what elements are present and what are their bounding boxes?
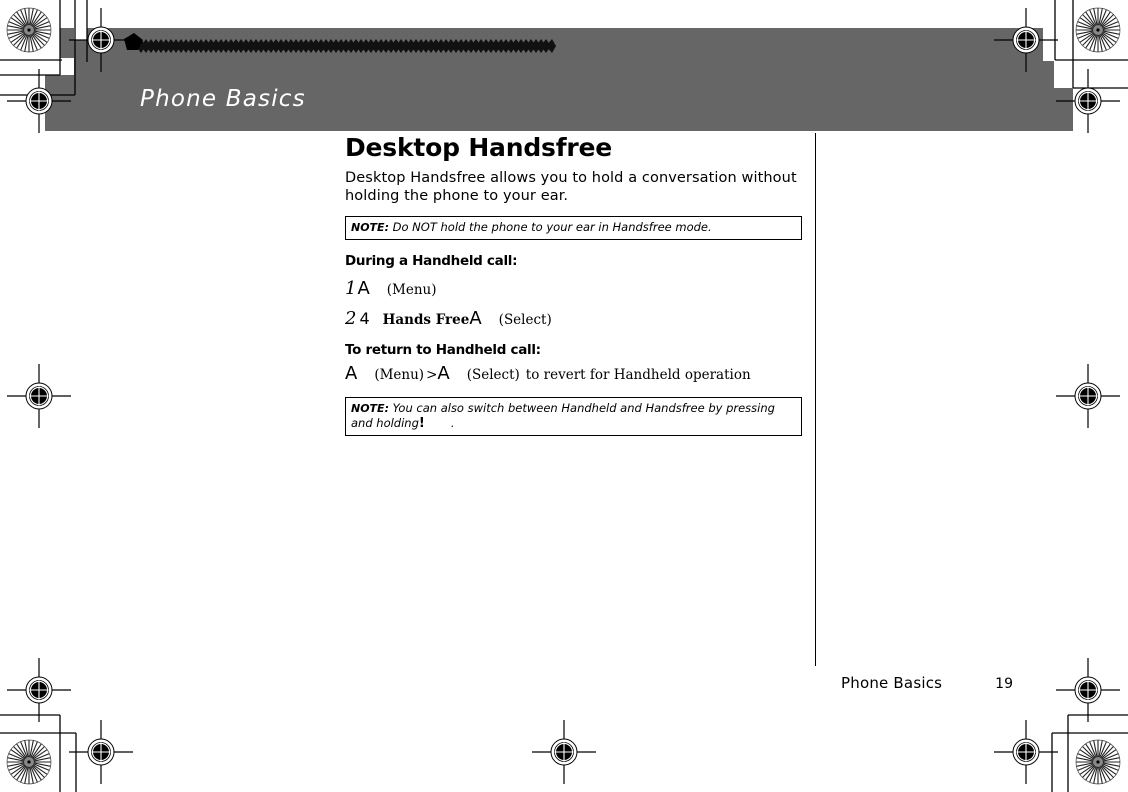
banner-notch <box>1043 28 1054 61</box>
main-content: Desktop Handsfree Desktop Handsfree allo… <box>345 133 815 436</box>
crosshair-target-right-lower <box>1055 657 1121 723</box>
crosshair-target-right-middle <box>1055 363 1121 429</box>
intro-paragraph: Desktop Handsfree allows you to hold a c… <box>345 170 797 204</box>
subheading-return-to-handheld-call: To return to Handheld call: <box>345 342 541 358</box>
select-key-icon: A <box>437 363 450 384</box>
step-item-2: 2 4 Hands Free A (Select) <box>345 308 815 329</box>
key-caption: (Select) <box>466 367 520 383</box>
note-text: Do NOT hold the phone to your ear in Han… <box>392 220 712 234</box>
crosshair-target-bottom-left <box>68 719 134 785</box>
key-caption: (Select) <box>498 312 552 328</box>
revert-instruction-row: A (Menu) > A (Select) to revert for Hand… <box>345 363 815 384</box>
decorative-diamond-strip <box>136 39 556 53</box>
running-header-title: Phone Basics <box>140 86 306 112</box>
step-item-1: 1 A (Menu) <box>345 278 815 299</box>
crosshair-target-bottom-center <box>531 719 597 785</box>
content-column-rule <box>815 133 816 666</box>
step-number: 2 <box>345 308 357 329</box>
crosshair-target-left-middle <box>6 363 72 429</box>
power-key-icon: ! <box>418 416 425 431</box>
key-caption: (Menu) <box>386 282 437 298</box>
page-title: Desktop Handsfree <box>345 133 613 162</box>
footer-section-label: Phone Basics <box>841 674 943 692</box>
note-label: NOTE: <box>351 221 389 234</box>
crosshair-target-left-lower <box>6 657 72 723</box>
note-label: NOTE: <box>351 402 389 415</box>
banner-notch <box>1054 28 1073 88</box>
page-number: 19 <box>995 676 1013 692</box>
select-key-icon: A <box>469 308 482 329</box>
revert-tail-text: to revert for Handheld operation <box>525 367 751 383</box>
menu-item-label: Hands Free <box>382 312 470 328</box>
note-box-1: NOTE: Do NOT hold the phone to your ear … <box>345 216 802 240</box>
starburst-target-bottom-right <box>1075 739 1121 785</box>
menu-key-icon: A <box>345 363 358 384</box>
key-caption: (Menu) <box>374 367 425 383</box>
note-box-2: NOTE: You can also switch between Handhe… <box>345 397 802 436</box>
banner-notch <box>74 28 87 40</box>
menu-key-icon: A <box>357 278 370 299</box>
step-number: 1 <box>345 278 357 299</box>
starburst-target-bottom-left <box>6 739 52 785</box>
subheading-during-handheld-call: During a Handheld call: <box>345 253 518 269</box>
note-text-after: . <box>450 416 455 430</box>
banner-notch <box>45 58 74 75</box>
crosshair-target-bottom-right <box>993 719 1059 785</box>
digit-key-4: 4 <box>359 309 370 328</box>
page-footer: Phone Basics 19 <box>841 674 1013 692</box>
note-text: You can also switch between Handheld and… <box>351 401 775 430</box>
banner-notch <box>1110 28 1128 38</box>
sequence-separator: > <box>426 367 438 383</box>
banner-notch <box>45 28 60 58</box>
